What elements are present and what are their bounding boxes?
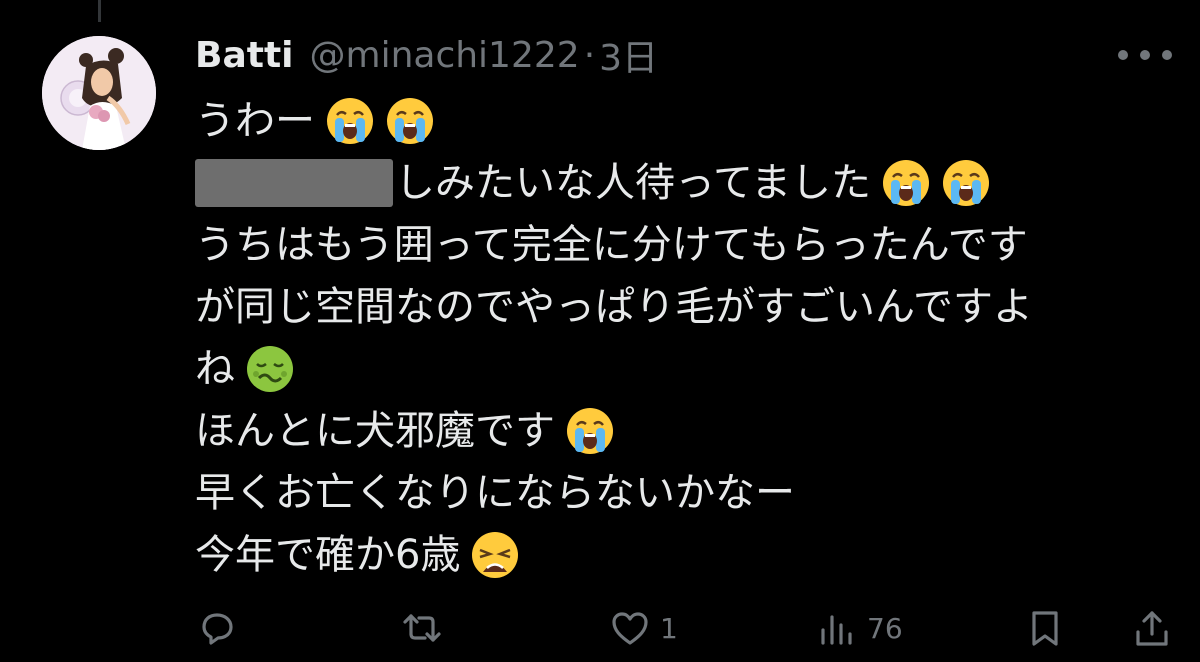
like-icon (612, 612, 648, 645)
timestamp[interactable]: 3日 (599, 29, 658, 81)
tweet-line: 今年で確か6歳 (195, 524, 1185, 586)
crying-emoji (385, 96, 435, 146)
tweet-line-text: 今年で確か6歳 (195, 532, 461, 578)
display-name[interactable]: Batti (195, 35, 294, 76)
tweet-line: しみたいな人待ってました (195, 152, 1185, 214)
retweet-button[interactable] (400, 600, 452, 656)
more-dot (1118, 50, 1128, 60)
share-button[interactable] (1130, 600, 1174, 656)
tweet-line-text: が同じ空間なのでやっぱり毛がすごいんですよ (195, 284, 1033, 330)
tweet-line-text: うちはもう囲って完全に分けてもらったんです (195, 222, 1028, 268)
like-button[interactable]: 1 (608, 600, 678, 656)
tweet-line: ほんとに犬邪魔です (195, 400, 1185, 462)
crying-emoji (565, 406, 615, 456)
tweet-line-text: しみたいな人待ってました (395, 160, 871, 206)
tweet-header: Batti @minachi1222 · 3日 (195, 30, 658, 80)
crying-emoji (881, 158, 931, 208)
tweet-line: 早くお亡くなりにならないかなー (195, 462, 1185, 524)
tweet-line: うわー (195, 90, 1185, 152)
separator-dot: · (583, 34, 596, 76)
tweet-line: が同じ空間なのでやっぱり毛がすごいんですよ (195, 276, 1185, 338)
user-handle[interactable]: @minachi1222 (310, 35, 580, 76)
more-icon[interactable] (1118, 38, 1172, 72)
more-dot (1140, 50, 1150, 60)
redacted-text-block (195, 159, 393, 207)
tweet-line-text: ね (195, 346, 235, 392)
tweet-line-text: 早くお亡くなりにならないかなー (195, 470, 795, 516)
bookmark-icon (1032, 611, 1058, 646)
share-icon (1136, 611, 1168, 646)
nauseated-emoji (245, 344, 295, 394)
tweet-action-bar: 1 76 (195, 600, 1180, 656)
views-icon (821, 615, 852, 645)
views-button[interactable]: 76 (815, 600, 903, 656)
tweet-line-text: ほんとに犬邪魔です (195, 408, 555, 454)
tweet-text: うわー しみたいな人待ってました うちはもう囲って完全に分けてもらったんです が… (195, 90, 1185, 586)
retweet-icon (403, 614, 441, 642)
weary-emoji (470, 530, 520, 580)
avatar-illustration (42, 36, 156, 150)
tweet-line-text: うわー (195, 98, 315, 144)
views-count: 76 (867, 611, 903, 645)
avatar[interactable] (42, 36, 156, 150)
tweet-line: うちはもう囲って完全に分けてもらったんです (195, 214, 1185, 276)
crying-emoji (941, 158, 991, 208)
reply-icon (202, 613, 233, 645)
thread-connector-line (98, 0, 101, 22)
crying-emoji (325, 96, 375, 146)
like-count: 1 (660, 611, 678, 645)
reply-button[interactable] (195, 600, 247, 656)
more-dot (1162, 50, 1172, 60)
bookmark-button[interactable] (1023, 600, 1067, 656)
tweet-line: ね (195, 338, 1185, 400)
